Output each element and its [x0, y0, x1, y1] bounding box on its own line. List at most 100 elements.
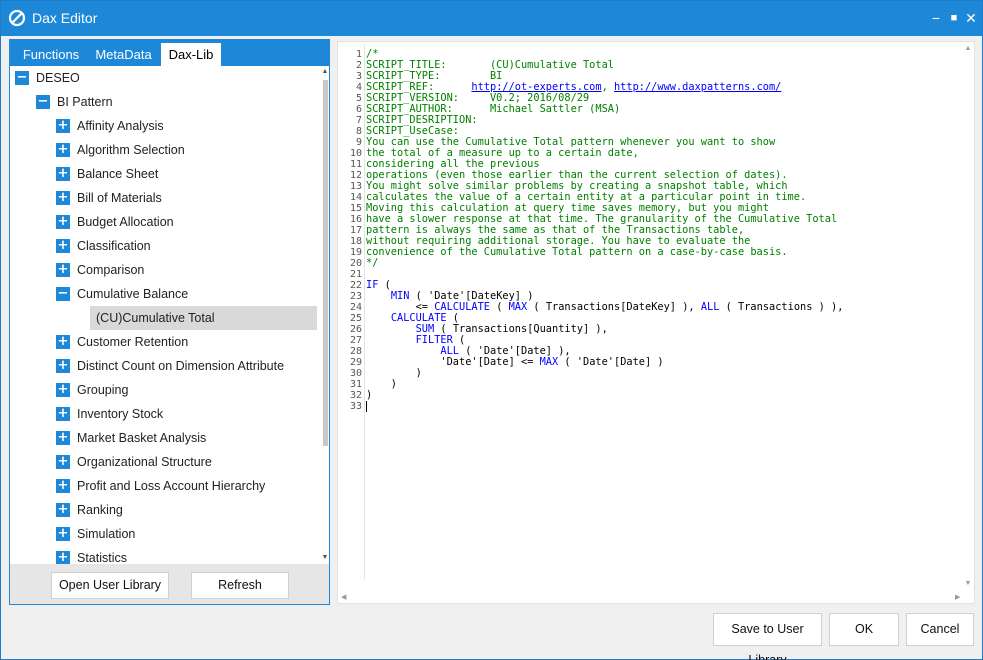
- line-number: 26: [349, 324, 362, 335]
- tree-node[interactable]: + Balance Sheet: [56, 162, 158, 186]
- expand-icon[interactable]: +: [56, 215, 70, 229]
- tree-node-label: Profit and Loss Account Hierarchy: [77, 479, 266, 493]
- line-number: 3: [355, 71, 362, 82]
- line-number: 1: [355, 49, 362, 60]
- tree-node-label: Affinity Analysis: [77, 119, 164, 133]
- expand-icon[interactable]: +: [56, 551, 70, 564]
- code-text[interactable]: /* SCRIPT_TITLE: (CU)Cumulative Total SCRI…: [366, 49, 843, 412]
- expand-icon[interactable]: +: [56, 455, 70, 469]
- collapse-icon[interactable]: −: [36, 95, 50, 109]
- tree-node[interactable]: + Grouping: [56, 378, 128, 402]
- line-number: 21: [349, 269, 362, 280]
- line-number: 24: [349, 302, 362, 313]
- tree-node[interactable]: − Cumulative Balance: [56, 282, 188, 306]
- line-number: 8: [355, 126, 362, 137]
- expand-icon[interactable]: +: [56, 479, 70, 493]
- library-footer: Open User Library Refresh: [10, 564, 329, 604]
- tree-node[interactable]: + Simulation: [56, 522, 135, 546]
- code-token: (: [490, 301, 509, 313]
- editor-scroll-left-icon[interactable]: ◀: [341, 593, 349, 601]
- editor-scroll-down-icon[interactable]: ▼: [964, 580, 972, 587]
- tree-node-label: BI Pattern: [57, 95, 113, 109]
- tree-node[interactable]: + Profit and Loss Account Hierarchy: [56, 474, 265, 498]
- tree-node[interactable]: + Classification: [56, 234, 151, 258]
- tree-node[interactable]: + Inventory Stock: [56, 402, 163, 426]
- tree-node[interactable]: + Comparison: [56, 258, 144, 282]
- tab-metadata[interactable]: MetaData: [87, 43, 160, 66]
- expand-icon[interactable]: +: [56, 191, 70, 205]
- library-panel: Functions MetaData Dax-Lib − DESEO − BI …: [9, 39, 330, 605]
- expand-icon[interactable]: +: [56, 335, 70, 349]
- expand-icon[interactable]: +: [56, 503, 70, 517]
- tree-node[interactable]: + Market Basket Analysis: [56, 426, 206, 450]
- tree-scrollbar[interactable]: ▲ ▼: [321, 66, 329, 564]
- expand-icon[interactable]: +: [56, 527, 70, 541]
- expand-icon[interactable]: +: [56, 359, 70, 373]
- tree-node-label: Distinct Count on Dimension Attribute: [77, 359, 285, 373]
- tree-node-label: Organizational Structure: [77, 455, 212, 469]
- line-number: 2: [355, 60, 362, 71]
- tree-node[interactable]: + Organizational Structure: [56, 450, 212, 474]
- open-user-library-button[interactable]: Open User Library: [51, 572, 169, 599]
- scroll-up-arrow-icon[interactable]: ▲: [321, 68, 329, 76]
- tab-dax-lib[interactable]: Dax-Lib: [161, 43, 221, 66]
- expand-icon[interactable]: +: [56, 263, 70, 277]
- expand-icon[interactable]: +: [56, 383, 70, 397]
- expand-icon[interactable]: +: [56, 431, 70, 445]
- editor-scroll-up-icon[interactable]: ▲: [964, 45, 972, 52]
- tree-node[interactable]: + Bill of Materials: [56, 186, 162, 210]
- expand-icon[interactable]: +: [56, 143, 70, 157]
- tree-node[interactable]: + Algorithm Selection: [56, 138, 185, 162]
- text-caret: [366, 401, 367, 412]
- refresh-button[interactable]: Refresh: [191, 572, 289, 599]
- scroll-thumb[interactable]: [323, 80, 328, 446]
- code-line: ): [366, 379, 843, 390]
- tree-node-deseo[interactable]: − DESEO: [15, 66, 80, 90]
- line-number: 32: [349, 390, 362, 401]
- tree-node-label: Market Basket Analysis: [77, 431, 207, 445]
- expand-icon[interactable]: +: [56, 119, 70, 133]
- tree-node[interactable]: + Affinity Analysis: [56, 114, 164, 138]
- collapse-icon[interactable]: −: [56, 287, 70, 301]
- tree-node-label: Budget Allocation: [77, 215, 174, 229]
- expand-icon[interactable]: +: [56, 239, 70, 253]
- line-number: 25: [349, 313, 362, 324]
- cancel-button[interactable]: Cancel: [906, 613, 974, 646]
- maximize-button[interactable]: ■: [946, 9, 962, 27]
- minimize-button[interactable]: −: [928, 9, 944, 27]
- expand-icon[interactable]: +: [56, 407, 70, 421]
- tree-node-label: (CU)Cumulative Total: [96, 311, 215, 325]
- code-link[interactable]: http://www.daxpatterns.com/: [614, 81, 781, 93]
- line-number: 33: [349, 401, 362, 412]
- collapse-icon[interactable]: −: [15, 71, 29, 85]
- code-editor[interactable]: 1 2 3 4 5 6 7 8 9 10 11 12 13 14 15 16 17 18 19 20 21 22 23 24 2…: [337, 41, 975, 604]
- scroll-down-arrow-icon[interactable]: ▼: [321, 554, 329, 562]
- tree-node[interactable]: + Budget Allocation: [56, 210, 174, 234]
- tree-node-label: Algorithm Selection: [77, 143, 185, 157]
- tree-node[interactable]: + Distinct Count on Dimension Attribute: [56, 354, 284, 378]
- tab-functions[interactable]: Functions: [15, 43, 87, 66]
- tree-node-bi-pattern[interactable]: − BI Pattern: [36, 90, 113, 114]
- close-button[interactable]: ✕: [963, 9, 979, 27]
- line-number-gutter: 1 2 3 4 5 6 7 8 9 10 11 12 13 14 15 16 17 18 19 20 21 22 23 24 2…: [338, 49, 362, 412]
- line-number: 5: [355, 93, 362, 104]
- line-number: 12: [349, 170, 362, 181]
- tree-node[interactable]: + Customer Retention: [56, 330, 188, 354]
- ok-button[interactable]: OK: [829, 613, 899, 646]
- expand-icon[interactable]: +: [56, 167, 70, 181]
- editor-scroll-right-icon[interactable]: ▶: [955, 593, 963, 601]
- tree-node-label: Bill of Materials: [77, 191, 162, 205]
- tree-node[interactable]: + Ranking: [56, 498, 123, 522]
- tree-node-selected[interactable]: (CU)Cumulative Total: [90, 306, 317, 330]
- tree-node-label: Classification: [77, 239, 151, 253]
- line-number: 15: [349, 203, 362, 214]
- code-token: MAX: [539, 356, 559, 368]
- app-logo-icon: [8, 9, 26, 27]
- line-number: 19: [349, 247, 362, 258]
- tree-node-label: Grouping: [77, 383, 129, 397]
- line-number: 10: [349, 148, 362, 159]
- tree-node-label: DESEO: [36, 71, 80, 85]
- tree-node[interactable]: + Statistics: [56, 546, 127, 564]
- save-to-user-library-button[interactable]: Save to User Library: [713, 613, 822, 660]
